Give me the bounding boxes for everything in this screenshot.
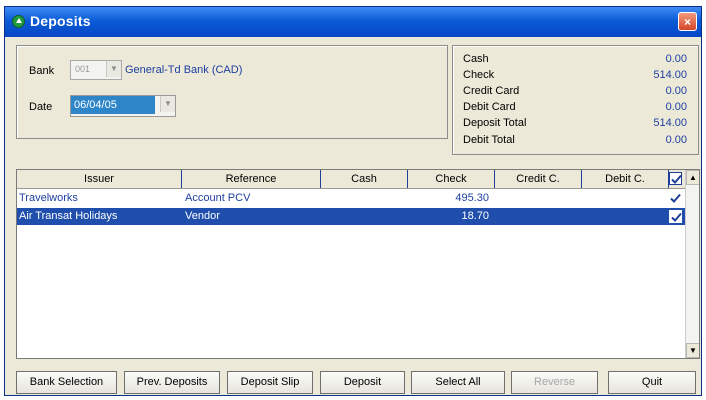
bank-select[interactable]: 001 ▼ xyxy=(70,60,122,80)
bank-date-panel: Bank 001 ▼ General-Td Bank (CAD) Date 06… xyxy=(16,45,448,139)
bank-name: General-Td Bank (CAD) xyxy=(125,64,243,76)
row-checkbox[interactable] xyxy=(669,210,682,223)
totals-value: 0.00 xyxy=(665,85,687,97)
totals-label: Deposit Total xyxy=(463,117,527,129)
deposit-slip-button[interactable]: Deposit Slip xyxy=(227,371,313,394)
cell-issuer: Air Transat Holidays xyxy=(19,210,118,222)
select-all-checkbox[interactable] xyxy=(669,170,685,187)
totals-row-deposit-total: Deposit Total 514.00 xyxy=(463,115,690,131)
totals-row-cash: Cash 0.00 xyxy=(463,51,690,67)
reverse-button[interactable]: Reverse xyxy=(511,371,598,394)
column-reference[interactable]: Reference xyxy=(182,170,321,188)
totals-row-credit-card: Credit Card 0.00 xyxy=(463,83,690,99)
date-select[interactable]: 06/04/05 ▼ xyxy=(70,95,176,117)
totals-row-check: Check 514.00 xyxy=(463,67,690,83)
scroll-up-icon[interactable]: ▲ xyxy=(686,170,699,185)
totals-label: Debit Card xyxy=(463,101,516,113)
totals-value: 0.00 xyxy=(665,53,687,65)
cell-cash xyxy=(321,208,408,225)
app-icon xyxy=(12,15,25,28)
deposits-window: Deposits × Bank 001 ▼ General-Td Bank (C… xyxy=(4,6,702,396)
totals-value: 0.00 xyxy=(665,101,687,113)
bank-code: 001 xyxy=(75,64,91,74)
totals-value: 0.00 xyxy=(665,134,687,146)
cell-debit xyxy=(582,190,669,207)
cell-reference: Account PCV xyxy=(185,192,251,204)
totals-row-debit-total: Debit Total 0.00 xyxy=(463,132,690,148)
quit-button[interactable]: Quit xyxy=(608,371,696,394)
column-check[interactable]: Check xyxy=(408,170,495,188)
cell-reference: Vendor xyxy=(185,210,220,222)
cell-credit xyxy=(495,190,582,207)
totals-label: Cash xyxy=(463,53,489,65)
totals-row-debit-card: Debit Card 0.00 xyxy=(463,99,690,115)
totals-value: 514.00 xyxy=(653,69,687,81)
totals-label: Check xyxy=(463,69,495,81)
totals-label: Credit Card xyxy=(463,85,520,97)
select-all-button[interactable]: Select All xyxy=(411,371,505,394)
scroll-down-icon[interactable]: ▼ xyxy=(686,343,699,358)
prev-deposits-button[interactable]: Prev. Deposits xyxy=(124,371,220,394)
checkbox-checked-icon[interactable] xyxy=(669,210,682,223)
bank-label: Bank xyxy=(29,65,55,77)
title-bar: Deposits × xyxy=(5,7,701,37)
cell-cash xyxy=(321,190,408,207)
totals-panel: Cash 0.00 Check 514.00 Credit Card 0.00 … xyxy=(452,45,699,155)
date-value: 06/04/05 xyxy=(71,96,155,114)
deposit-button[interactable]: Deposit xyxy=(320,371,405,394)
deposits-grid[interactable]: Issuer Reference Cash Check Credit C. De… xyxy=(16,169,700,359)
totals-value: 514.00 xyxy=(653,117,687,129)
cell-issuer: Travelworks xyxy=(19,192,78,204)
checkbox-checked-icon[interactable] xyxy=(669,172,682,185)
column-credit-card[interactable]: Credit C. xyxy=(495,170,582,188)
date-label: Date xyxy=(29,101,53,113)
cell-check: 18.70 xyxy=(461,210,489,222)
cell-credit xyxy=(495,208,582,225)
column-issuer[interactable]: Issuer xyxy=(17,170,182,188)
bank-selection-button[interactable]: Bank Selection xyxy=(16,371,117,394)
table-row-selected[interactable]: Air Transat Holidays Vendor 18.70 xyxy=(17,208,685,225)
checkmark-icon xyxy=(670,193,681,203)
cell-check: 495.30 xyxy=(455,192,489,204)
window-title: Deposits xyxy=(30,13,91,29)
table-row[interactable]: Travelworks Account PCV 495.30 xyxy=(17,190,685,207)
column-debit-card[interactable]: Debit C. xyxy=(582,170,669,188)
cell-debit xyxy=(582,208,669,225)
column-cash[interactable]: Cash xyxy=(321,170,408,188)
row-checkbox[interactable] xyxy=(669,192,682,208)
vertical-scrollbar[interactable]: ▲ ▼ xyxy=(685,170,699,358)
grid-header: Issuer Reference Cash Check Credit C. De… xyxy=(17,170,699,189)
totals-label: Debit Total xyxy=(463,134,515,146)
close-button[interactable]: × xyxy=(678,12,697,31)
chevron-down-icon[interactable]: ▼ xyxy=(160,96,175,112)
chevron-down-icon[interactable]: ▼ xyxy=(106,61,121,77)
